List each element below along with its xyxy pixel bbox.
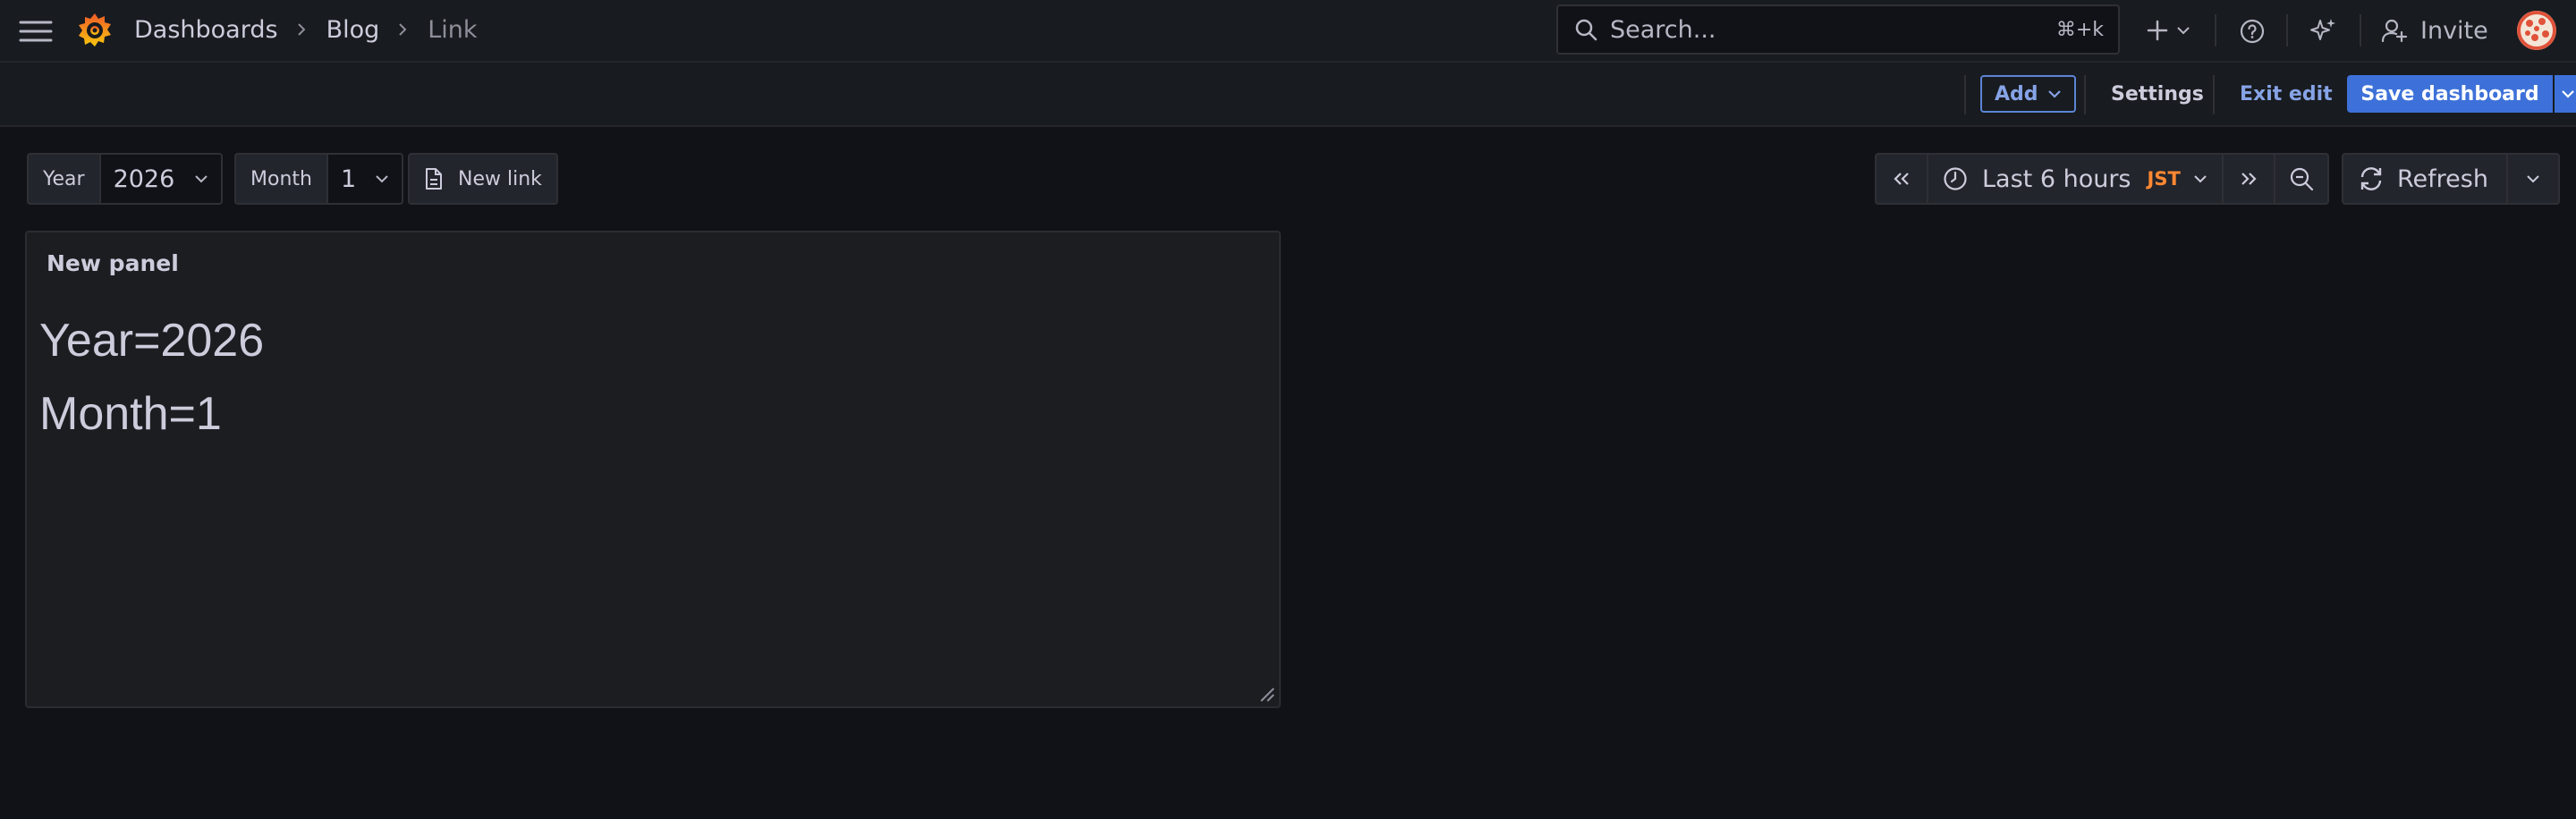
save-dashboard-button[interactable]: Save dashboard (2347, 75, 2553, 113)
clock-icon (1943, 166, 1968, 191)
search-input[interactable]: Search... ⌘+k (1556, 4, 2120, 55)
chevron-right-icon (397, 21, 410, 38)
sparkle-icon[interactable] (2306, 14, 2340, 48)
variable-year-select[interactable]: 2026 (100, 153, 223, 205)
chevron-right-icon (296, 21, 309, 38)
breadcrumb-link: Link (428, 15, 478, 44)
help-icon[interactable] (2236, 15, 2268, 47)
panel-line-year: Year=2026 (39, 315, 265, 367)
save-options-button[interactable] (2555, 75, 2576, 113)
refresh-label: Refresh (2397, 165, 2488, 193)
chevrons-right-icon (2239, 171, 2258, 187)
panel-new[interactable]: New panel Year=2026 Month=1 (25, 231, 1281, 708)
plus-icon (2146, 19, 2169, 42)
variable-year-value: 2026 (113, 165, 175, 193)
divider (2213, 75, 2215, 114)
invite-label: Invite (2420, 16, 2488, 45)
chevron-down-icon (2176, 25, 2190, 36)
timezone-label: JST (2147, 168, 2181, 190)
chevron-down-icon (2047, 89, 2062, 99)
chevron-down-icon (194, 173, 208, 184)
chevrons-left-icon (1892, 171, 1911, 187)
breadcrumb-blog[interactable]: Blog (326, 16, 380, 44)
resize-handle-icon[interactable] (1258, 685, 1275, 703)
variable-year-label: Year (27, 153, 101, 205)
panel-title[interactable]: New panel (47, 250, 179, 276)
grafana-logo[interactable] (75, 11, 114, 50)
divider (2286, 14, 2288, 46)
refresh-icon (2358, 165, 2385, 192)
panel-text-content: Year=2026 Month=1 (39, 304, 264, 451)
divider (2360, 14, 2361, 46)
refresh-interval-button[interactable] (2508, 155, 2558, 203)
document-icon (424, 167, 444, 190)
search-shortcut: ⌘+k (2055, 18, 2104, 41)
panel-line-month: Month=1 (39, 388, 222, 440)
chevron-down-icon (2526, 173, 2540, 184)
zoom-out-button[interactable] (2275, 155, 2327, 203)
time-back-button[interactable] (1877, 155, 1928, 203)
divider (2084, 75, 2086, 114)
refresh-group: Refresh (2342, 153, 2560, 205)
new-link-button[interactable]: New link (408, 153, 558, 205)
new-menu-button[interactable] (2141, 15, 2195, 46)
variable-year: Year 2026 (27, 153, 223, 205)
refresh-button[interactable]: Refresh (2343, 155, 2508, 203)
menu-icon[interactable] (18, 15, 54, 47)
invite-button[interactable]: Invite (2379, 13, 2488, 48)
settings-button[interactable]: Settings (2111, 75, 2204, 113)
exit-edit-button[interactable]: Exit edit (2240, 75, 2333, 113)
chevron-down-icon (2561, 89, 2575, 99)
breadcrumb-dashboards[interactable]: Dashboards (134, 16, 278, 44)
add-button[interactable]: Add (1980, 75, 2076, 113)
chevron-down-icon (375, 173, 389, 184)
add-label: Add (1995, 82, 2038, 106)
search-icon (1572, 16, 1599, 43)
divider (2215, 14, 2216, 46)
variable-month-label: Month (234, 153, 328, 205)
variable-month-select[interactable]: 1 (327, 153, 403, 205)
breadcrumb: Dashboards Blog Link (134, 0, 478, 59)
variable-month-value: 1 (340, 165, 357, 193)
time-picker-group: Last 6 hours JST (1875, 153, 2329, 205)
time-range-picker[interactable]: Last 6 hours JST (1928, 155, 2224, 203)
new-link-label: New link (458, 167, 542, 190)
dashboard-edit-toolbar: Add Settings Exit edit Save dashboard (0, 63, 2576, 127)
top-nav: Dashboards Blog Link Search... ⌘+k Invit… (0, 0, 2576, 63)
zoom-out-icon (2289, 166, 2314, 191)
divider (1964, 75, 1966, 114)
invite-icon (2379, 15, 2410, 46)
chevron-down-icon (2193, 173, 2207, 184)
search-placeholder: Search... (1610, 15, 1716, 44)
time-range-label: Last 6 hours (1982, 165, 2131, 193)
avatar[interactable] (2517, 11, 2556, 50)
time-forward-button[interactable] (2224, 155, 2275, 203)
variable-month: Month 1 (234, 153, 403, 205)
